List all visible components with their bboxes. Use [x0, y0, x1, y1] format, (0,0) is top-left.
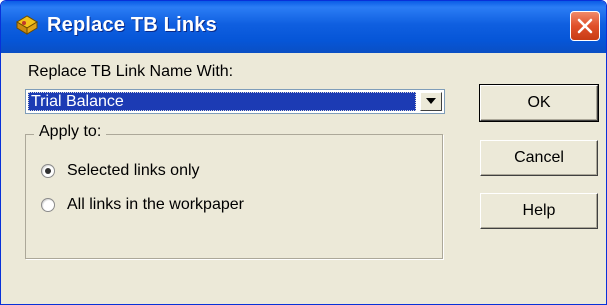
close-icon	[577, 18, 593, 34]
radio-all-links-in-workpaper[interactable]: All links in the workpaper	[41, 195, 244, 215]
dialog-title: Replace TB Links	[47, 14, 217, 36]
title-bar[interactable]: Replace TB Links	[1, 1, 606, 53]
ok-button[interactable]: OK	[479, 84, 599, 122]
dropdown-arrow-button[interactable]	[420, 92, 442, 111]
tb-link-name-selected-value[interactable]: Trial Balance	[28, 92, 416, 111]
tb-link-name-dropdown[interactable]: Trial Balance	[25, 89, 445, 114]
close-button[interactable]	[570, 11, 600, 41]
radio-selected-links-only[interactable]: Selected links only	[41, 161, 200, 181]
cancel-button[interactable]: Cancel	[480, 140, 598, 176]
replace-tb-links-dialog: Replace TB Links Replace TB Link Name Wi…	[0, 0, 607, 305]
radio-indicator-unchecked[interactable]	[41, 198, 55, 212]
radio-label-all-links[interactable]: All links in the workpaper	[67, 196, 244, 214]
chevron-down-icon	[426, 98, 436, 104]
radio-label-selected-links[interactable]: Selected links only	[67, 162, 200, 180]
replace-name-label: Replace TB Link Name With:	[28, 63, 234, 80]
help-button[interactable]: Help	[480, 193, 598, 229]
apply-to-label: Apply to:	[34, 123, 107, 141]
radio-indicator-checked[interactable]	[41, 164, 55, 178]
workpaper-app-icon	[15, 14, 39, 36]
